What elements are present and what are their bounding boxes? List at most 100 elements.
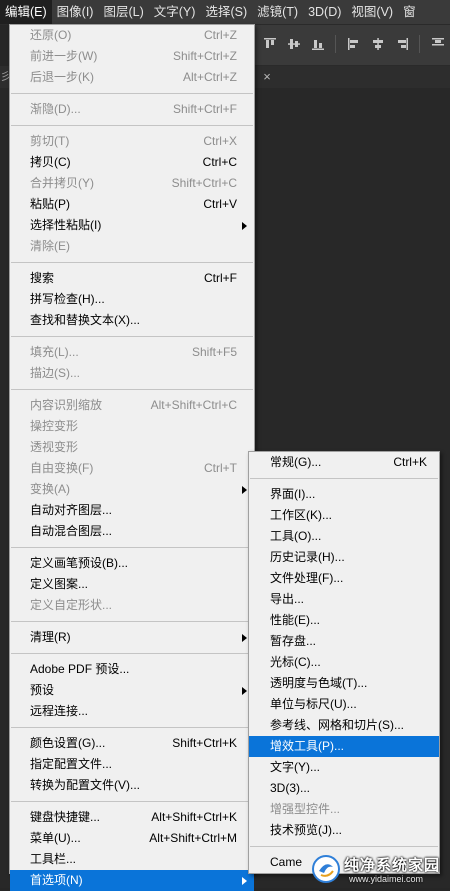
edit-menu-item[interactable]: 查找和替换文本(X)... (10, 310, 254, 331)
edit-menu-item[interactable]: 后退一步(K) Alt+Ctrl+Z (10, 67, 254, 88)
preferences-submenu-item[interactable]: 导出... (249, 589, 439, 610)
preferences-submenu-item-label: 文字(Y)... (270, 760, 320, 774)
edit-menu-item-label: 搜索 (30, 271, 55, 285)
edit-menu-item-shortcut: Shift+F5 (191, 345, 237, 359)
edit-menu-item[interactable]: 拼写检查(H)... (10, 289, 254, 310)
preferences-submenu-item-shortcut: Ctrl+K (393, 455, 427, 469)
watermark-title: 纯净系统家园 (344, 857, 441, 874)
menu-separator (11, 93, 253, 94)
preferences-submenu-item[interactable]: 文件处理(F)... (249, 568, 439, 589)
align-bottom-edges-icon[interactable] (311, 37, 325, 51)
edit-menu-item[interactable]: 剪切(T) Ctrl+X (10, 131, 254, 152)
edit-menu-item[interactable]: 变换(A) (10, 479, 254, 500)
edit-menu-item-label: 还原(O) (30, 28, 72, 42)
edit-menu-item[interactable]: 定义画笔预设(B)... (10, 553, 254, 574)
edit-menu-item[interactable]: 粘贴(P) Ctrl+V (10, 194, 254, 215)
edit-menu-item[interactable]: 清理(R) (10, 627, 254, 648)
menubar-item[interactable]: 选择(S) (200, 0, 252, 24)
edit-menu-item[interactable]: 颜色设置(G)... Shift+Ctrl+K (10, 733, 254, 754)
edit-menu-item[interactable]: 拷贝(C) Ctrl+C (10, 152, 254, 173)
preferences-submenu-item[interactable]: 光标(C)... (249, 652, 439, 673)
preferences-submenu-item-label: 导出... (270, 592, 305, 606)
menubar-item[interactable]: 3D(D) (303, 0, 346, 24)
menu-separator (11, 727, 253, 728)
align-left-edges-icon[interactable] (347, 37, 361, 51)
menubar-item[interactable]: 滤镜(T) (252, 0, 303, 24)
menubar-item[interactable]: 视图(V) (346, 0, 398, 24)
preferences-submenu-item[interactable]: 暂存盘... (249, 631, 439, 652)
edit-menu-item[interactable]: 自动混合图层... (10, 521, 254, 542)
preferences-submenu-item[interactable]: 单位与标尺(U)... (249, 694, 439, 715)
preferences-submenu-item[interactable]: 技术预览(J)... (249, 820, 439, 841)
distribute-top-icon[interactable] (431, 37, 445, 51)
menubar-item[interactable]: 图层(L) (98, 0, 148, 24)
preferences-submenu-item[interactable]: 常规(G)... Ctrl+K (249, 452, 439, 473)
edit-menu-item[interactable]: Adobe PDF 预设... (10, 659, 254, 680)
watermark-url: www.yidaimei.com (349, 874, 424, 884)
align-vertical-centers-icon[interactable] (287, 37, 301, 51)
edit-menu-item[interactable]: 透视变形 (10, 437, 254, 458)
submenu-arrow-icon (242, 634, 247, 642)
edit-menu-item-label: 定义画笔预设(B)... (30, 556, 128, 570)
menubar-item[interactable]: 图像(I) (52, 0, 99, 24)
close-icon[interactable]: × (260, 66, 274, 88)
preferences-submenu-item-label: 文件处理(F)... (270, 571, 344, 585)
edit-menu-item-shortcut: Ctrl+C (202, 155, 237, 169)
menubar-item[interactable]: 文字(Y) (149, 0, 201, 24)
preferences-submenu-item[interactable]: 性能(E)... (249, 610, 439, 631)
edit-menu-item[interactable]: 自动对齐图层... (10, 500, 254, 521)
edit-menu-item-label: 渐隐(D)... (30, 102, 81, 116)
edit-menu-item[interactable]: 清除(E) (10, 236, 254, 257)
edit-menu-item[interactable]: 键盘快捷键... Alt+Shift+Ctrl+K (10, 807, 254, 828)
edit-menu-item[interactable]: 转换为配置文件(V)... (10, 775, 254, 796)
edit-menu-item-label: 粘贴(P) (30, 197, 70, 211)
edit-menu-item[interactable]: 还原(O) Ctrl+Z (10, 25, 254, 46)
preferences-submenu-item[interactable]: 增效工具(P)... (249, 736, 439, 757)
edit-menu-item[interactable]: 前进一步(W) Shift+Ctrl+Z (10, 46, 254, 67)
edit-menu-item[interactable]: 预设 (10, 680, 254, 701)
preferences-submenu-item-label: 界面(I)... (270, 487, 316, 501)
edit-menu-item-label: 填充(L)... (30, 345, 79, 359)
edit-menu-item[interactable]: 工具栏... (10, 849, 254, 870)
preferences-submenu-item[interactable]: 工作区(K)... (249, 505, 439, 526)
menu-separator (11, 336, 253, 337)
preferences-submenu-item[interactable]: 界面(I)... (249, 484, 439, 505)
preferences-submenu-item[interactable]: 历史记录(H)... (249, 547, 439, 568)
options-bar (255, 25, 450, 66)
preferences-submenu-item-label: 增效工具(P)... (270, 739, 344, 753)
preferences-submenu-item[interactable]: 增强型控件... (249, 799, 439, 820)
preferences-submenu-item[interactable]: 工具(O)... (249, 526, 439, 547)
edit-menu-item[interactable]: 选择性粘贴(I) (10, 215, 254, 236)
edit-menu-item[interactable]: 搜索 Ctrl+F (10, 268, 254, 289)
edit-menu-item-label: 前进一步(W) (30, 49, 98, 63)
edit-menu-item[interactable]: 指定配置文件... (10, 754, 254, 775)
edit-menu-item-label: 变换(A) (30, 482, 70, 496)
preferences-submenu-item[interactable]: 文字(Y)... (249, 757, 439, 778)
preferences-submenu-item[interactable]: 参考线、网格和切片(S)... (249, 715, 439, 736)
options-divider (419, 35, 420, 53)
menu-separator (250, 846, 438, 847)
edit-menu-item[interactable]: 合并拷贝(Y) Shift+Ctrl+C (10, 173, 254, 194)
edit-menu-item-label: 合并拷贝(Y) (30, 176, 94, 190)
edit-menu-item-label: 透视变形 (30, 440, 79, 454)
edit-menu-item[interactable]: 内容识别缩放 Alt+Shift+Ctrl+C (10, 395, 254, 416)
edit-menu-item-label: 自动对齐图层... (30, 503, 113, 517)
edit-menu-item[interactable]: 描边(S)... (10, 363, 254, 384)
edit-menu-item-shortcut: Ctrl+X (203, 134, 237, 148)
menubar-item[interactable]: 窗 (398, 0, 421, 24)
align-horizontal-centers-icon[interactable] (371, 37, 385, 51)
edit-menu-item[interactable]: 自由变换(F) Ctrl+T (10, 458, 254, 479)
align-top-edges-icon[interactable] (263, 37, 277, 51)
edit-menu-item[interactable]: 渐隐(D)... Shift+Ctrl+F (10, 99, 254, 120)
align-right-edges-icon[interactable] (395, 37, 409, 51)
preferences-submenu-item[interactable]: 透明度与色域(T)... (249, 673, 439, 694)
menubar-item[interactable]: 编辑(E) (0, 0, 52, 24)
edit-menu-item[interactable]: 远程连接... (10, 701, 254, 722)
edit-menu-item[interactable]: 定义图案... (10, 574, 254, 595)
edit-menu-item[interactable]: 定义自定形状... (10, 595, 254, 616)
preferences-submenu-item[interactable]: 3D(3)... (249, 778, 439, 799)
edit-menu-item[interactable]: 菜单(U)... Alt+Shift+Ctrl+M (10, 828, 254, 849)
edit-menu-item[interactable]: 填充(L)... Shift+F5 (10, 342, 254, 363)
edit-menu-item[interactable]: 操控变形 (10, 416, 254, 437)
submenu-arrow-icon (242, 687, 247, 695)
